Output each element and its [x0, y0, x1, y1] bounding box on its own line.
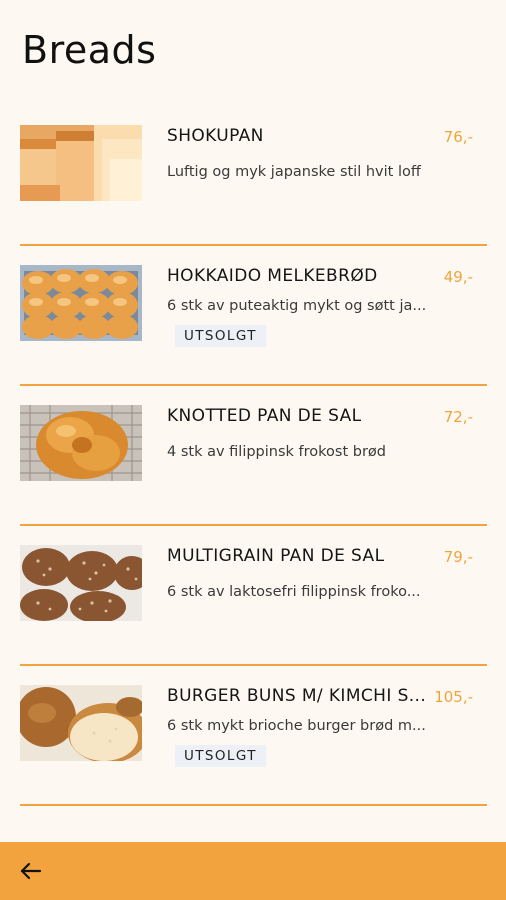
- product-description: Luftig og myk japanske stil hvit loff: [167, 164, 421, 180]
- product-name: SHOKUPAN: [167, 126, 264, 146]
- product-price: 49,-: [443, 268, 473, 286]
- product-description: 6 stk av puteaktig mykt og søtt ja...: [167, 298, 427, 314]
- product-description: 6 stk mykt brioche burger brød m...: [167, 718, 426, 734]
- product-description: 6 stk av laktosefri filippinsk froko...: [167, 584, 421, 600]
- product-image-burger-buns: [20, 685, 142, 761]
- product-image-knotted: [20, 405, 142, 481]
- product-name: HOKKAIDO MELKEBRØD: [167, 266, 378, 286]
- bottom-bar: [0, 842, 506, 900]
- product-price: 76,-: [443, 128, 473, 146]
- product-price: 79,-: [443, 548, 473, 566]
- product-price: 72,-: [443, 408, 473, 426]
- sold-out-badge: UTSOLGT: [175, 745, 266, 767]
- product-price: 105,-: [434, 688, 473, 706]
- bread-list: SHOKUPAN 76,- Luftig og myk japanske sti…: [20, 106, 487, 806]
- product-name: BURGER BUNS M/ KIMCHI S...: [167, 686, 427, 706]
- sold-out-badge: UTSOLGT: [175, 325, 266, 347]
- list-item-shokupan[interactable]: SHOKUPAN 76,- Luftig og myk japanske sti…: [20, 106, 487, 246]
- page-title: Breads: [22, 28, 157, 72]
- product-description: 4 stk av filippinsk frokost brød: [167, 444, 386, 460]
- list-item-burger-buns[interactable]: BURGER BUNS M/ KIMCHI S... 105,- 6 stk m…: [20, 666, 487, 806]
- list-item-knotted-pan-de-sal[interactable]: KNOTTED PAN DE SAL 72,- 4 stk av filippi…: [20, 386, 487, 526]
- product-image-shokupan: [20, 125, 142, 201]
- product-image-hokkaido: [20, 265, 142, 341]
- list-item-hokkaido-melkebrod[interactable]: HOKKAIDO MELKEBRØD 49,- 6 stk av puteakt…: [20, 246, 487, 386]
- list-item-multigrain-pan-de-sal[interactable]: MULTIGRAIN PAN DE SAL 79,- 6 stk av lakt…: [20, 526, 487, 666]
- product-image-multigrain: [20, 545, 142, 621]
- product-name: MULTIGRAIN PAN DE SAL: [167, 546, 385, 566]
- product-name: KNOTTED PAN DE SAL: [167, 406, 362, 426]
- arrow-left-icon[interactable]: [18, 858, 44, 884]
